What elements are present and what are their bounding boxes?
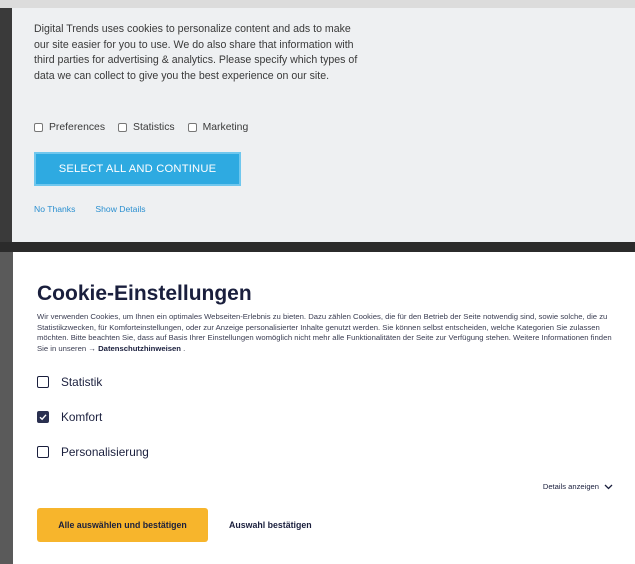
checkbox[interactable] <box>118 123 128 132</box>
dt-option-label: Preferences <box>49 122 106 133</box>
dt-option-label: Statistics <box>133 122 175 133</box>
cookie-settings-dialog: Cookie-Einstellungen Wir verwenden Cooki… <box>13 252 635 564</box>
dt-option-preferences[interactable]: Preferences <box>34 122 105 133</box>
background-page-strip <box>0 0 635 8</box>
dt-option-statistics[interactable]: Statistics <box>118 122 175 133</box>
accept-all-button[interactable]: Alle auswählen und bestätigen <box>37 508 208 542</box>
checkbox[interactable] <box>34 123 43 132</box>
option-statistik[interactable]: Statistik <box>37 375 102 389</box>
checkbox-checked[interactable] <box>37 411 49 423</box>
checkbox[interactable] <box>37 376 49 388</box>
checkbox[interactable] <box>37 446 49 458</box>
details-toggle[interactable]: Details anzeigen <box>543 482 613 491</box>
select-all-button[interactable]: SELECT ALL AND CONTINUE <box>34 152 241 186</box>
option-label: Komfort <box>61 410 103 424</box>
divider <box>0 242 635 252</box>
show-details-link[interactable]: Show Details <box>95 204 145 214</box>
details-label: Details anzeigen <box>542 482 599 491</box>
digital-trends-cookie-banner: Digital Trends uses cookies to personali… <box>12 8 635 242</box>
dt-links: No Thanks Show Details <box>34 204 166 214</box>
checkbox[interactable] <box>187 123 197 132</box>
description-suffix: . <box>183 344 186 354</box>
no-thanks-link[interactable]: No Thanks <box>34 204 75 214</box>
dialog-description: Wir verwenden Cookies, um Ihnen ein opti… <box>37 312 612 355</box>
dt-option-label: Marketing <box>202 122 249 133</box>
background-page-strip-left <box>0 252 13 564</box>
confirm-selection-button[interactable]: Auswahl bestätigen <box>229 520 312 530</box>
option-label: Personalisierung <box>61 445 149 459</box>
privacy-link[interactable]: → Datenschutzhinweisen <box>88 344 181 353</box>
option-komfort[interactable]: Komfort <box>37 410 102 424</box>
dt-options: Preferences Statistics Marketing <box>34 122 261 133</box>
option-label: Statistik <box>61 375 103 389</box>
dt-option-marketing[interactable]: Marketing <box>187 122 249 133</box>
chevron-down-icon <box>604 484 613 489</box>
dialog-title: Cookie-Einstellungen <box>37 282 252 305</box>
option-personalisierung[interactable]: Personalisierung <box>37 445 149 459</box>
checkmark-icon <box>39 414 47 421</box>
dt-cookie-text: Digital Trends uses cookies to personali… <box>34 23 358 82</box>
